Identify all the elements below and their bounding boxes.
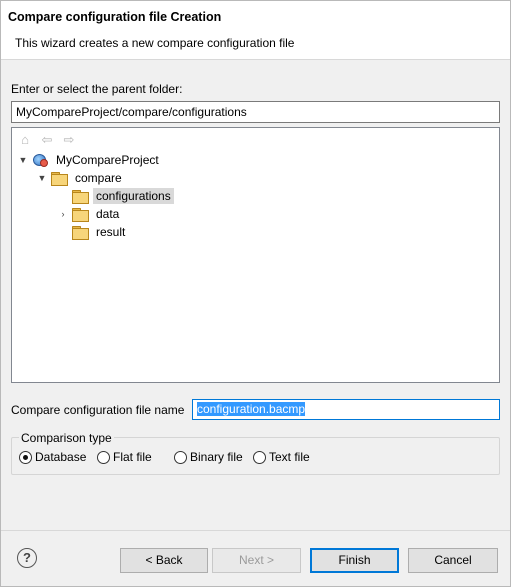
wizard-title: Compare configuration file Creation: [8, 10, 222, 24]
radio-label: Database: [35, 450, 87, 464]
wizard-description: This wizard creates a new compare config…: [15, 36, 295, 50]
tree-item-project[interactable]: ▼ MyCompareProject: [17, 151, 162, 169]
radio-indicator: [19, 450, 32, 464]
finish-button[interactable]: Finish: [310, 548, 399, 573]
open-folder-icon: [72, 226, 89, 240]
parent-folder-label: Enter or select the parent folder:: [11, 82, 183, 96]
file-name-value: configuration.bacmp: [197, 402, 306, 416]
back-arrow-icon[interactable]: ⇦: [39, 132, 55, 148]
chevron-down-icon[interactable]: ▼: [17, 155, 29, 165]
chevron-right-icon[interactable]: ›: [57, 209, 69, 219]
home-icon[interactable]: ⌂: [17, 132, 33, 148]
radio-label: Flat file: [113, 450, 152, 464]
radio-database[interactable]: Database: [19, 450, 86, 464]
parent-folder-input[interactable]: MyCompareProject/compare/configurations: [11, 101, 500, 123]
folder-tree[interactable]: ⌂ ⇦ ⇨ ▼ MyCompareProject ▼ compare confi…: [11, 127, 500, 383]
file-name-label: Compare configuration file name: [11, 403, 185, 417]
open-folder-icon: [51, 172, 68, 186]
tree-item-data[interactable]: › data: [57, 205, 122, 223]
tree-item-label: configurations: [93, 188, 174, 204]
next-button[interactable]: Next >: [212, 548, 301, 573]
radio-label: Binary file: [190, 450, 243, 464]
radio-indicator: [253, 450, 266, 464]
chevron-down-icon[interactable]: ▼: [36, 173, 48, 183]
comparison-type-legend: Comparison type: [19, 431, 114, 445]
tree-item-compare[interactable]: ▼ compare: [36, 169, 125, 187]
radio-label: Text file: [269, 450, 310, 464]
radio-text-file[interactable]: Text file: [253, 450, 310, 464]
wizard-header: Compare configuration file Creation This…: [1, 1, 510, 60]
folder-icon: [72, 208, 89, 222]
forward-arrow-icon[interactable]: ⇨: [61, 132, 77, 148]
radio-indicator: [174, 450, 187, 464]
tree-item-label: result: [96, 225, 126, 239]
back-button[interactable]: < Back: [120, 548, 208, 573]
radio-indicator: [97, 450, 110, 464]
open-folder-icon: [72, 190, 89, 204]
cancel-button[interactable]: Cancel: [408, 548, 498, 573]
footer-separator: [1, 530, 510, 531]
tree-item-label: data: [96, 207, 120, 221]
file-name-input[interactable]: configuration.bacmp: [192, 399, 500, 420]
project-icon: [32, 153, 48, 167]
tree-item-label: compare: [75, 171, 122, 185]
help-icon[interactable]: ?: [17, 548, 37, 568]
radio-flat-file[interactable]: Flat file: [97, 450, 152, 464]
tree-item-configurations[interactable]: configurations: [57, 187, 174, 205]
tree-item-label: MyCompareProject: [56, 153, 159, 167]
radio-binary-file[interactable]: Binary file: [174, 450, 243, 464]
tree-item-result[interactable]: result: [57, 223, 128, 241]
